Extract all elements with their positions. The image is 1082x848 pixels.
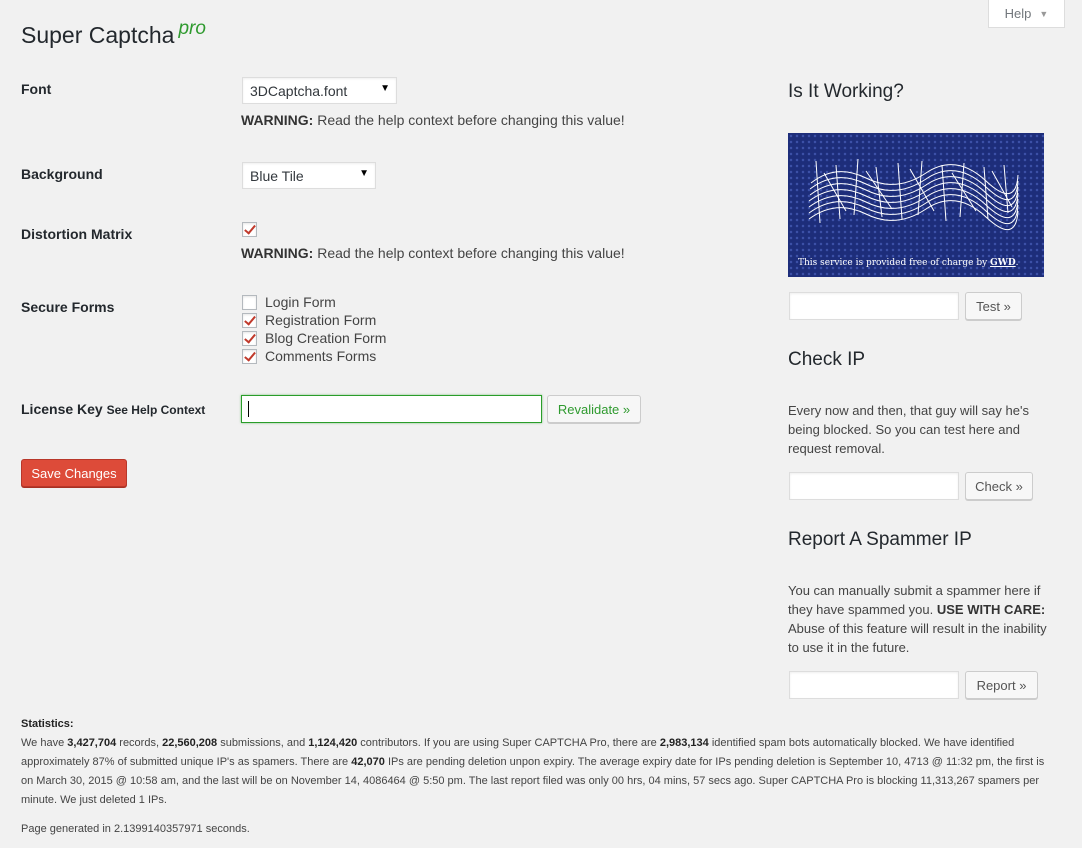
font-warning: WARNING: Read the help context before ch… <box>241 112 625 128</box>
help-tab[interactable]: Help ▼ <box>988 0 1065 28</box>
text-caret <box>248 401 249 417</box>
font-label: Font <box>21 81 52 97</box>
statistics-heading: Statistics: <box>21 718 74 730</box>
distortion-checkbox[interactable] <box>242 222 257 237</box>
secure-forms-label: Secure Forms <box>21 299 115 315</box>
captcha-wireframe-text <box>808 158 1019 230</box>
captcha-credit: This service is provided free of charge … <box>798 258 1019 268</box>
revalidate-button[interactable]: Revalidate » <box>547 395 641 423</box>
blog-creation-form-label: Blog Creation Form <box>265 330 387 346</box>
stat-contributors: 1,124,420 <box>308 737 358 749</box>
captcha-credit-text: This service is provided free of charge … <box>798 258 988 268</box>
login-form-checkbox[interactable] <box>242 295 257 310</box>
license-key-label-text: License Key <box>21 401 103 417</box>
dropdown-arrow-icon: ▼ <box>380 83 390 94</box>
captcha-test-input[interactable] <box>789 292 959 320</box>
is-it-working-heading: Is It Working? <box>788 81 904 102</box>
warning-bold: WARNING: <box>241 112 314 128</box>
dropdown-arrow-icon: ▼ <box>359 168 369 179</box>
report-text-2: Abuse of this feature will result in the… <box>788 621 1047 655</box>
statistics-block: Statistics: We have 3,427,704 records, 2… <box>21 715 1051 810</box>
comments-forms-checkbox[interactable] <box>242 349 257 364</box>
login-form-label: Login Form <box>265 294 336 310</box>
stat-submissions: 22,560,208 <box>162 737 218 749</box>
license-key-input[interactable] <box>241 395 542 423</box>
report-button[interactable]: Report » <box>965 671 1038 699</box>
report-spammer-description: You can manually submit a spammer here i… <box>788 581 1048 657</box>
background-select-value: Blue Tile <box>250 168 304 184</box>
check-ip-description: Every now and then, that guy will say he… <box>788 403 1029 456</box>
page-title: Super Captcha pro <box>21 18 206 49</box>
stat-pending: 42,070 <box>351 756 385 768</box>
font-select[interactable]: 3DCaptcha.font ▼ <box>242 77 397 104</box>
background-label: Background <box>21 166 103 182</box>
help-tab-label: Help <box>1004 6 1032 21</box>
page-title-text: Super Captcha <box>21 22 175 48</box>
gwd-link[interactable]: GWD <box>990 258 1016 268</box>
stat-text: records, <box>116 737 163 749</box>
test-button[interactable]: Test » <box>965 292 1022 320</box>
captcha-credit-end: . <box>1015 258 1019 268</box>
check-button[interactable]: Check » <box>965 472 1033 500</box>
caret-down-icon: ▼ <box>1039 8 1049 19</box>
stat-text: submissions, and <box>217 737 309 749</box>
blog-creation-form-checkbox[interactable] <box>242 331 257 346</box>
stat-records: 3,427,704 <box>67 737 117 749</box>
stat-bots: 2,983,134 <box>659 737 709 749</box>
font-select-value: 3DCaptcha.font <box>250 83 348 99</box>
report-text-bold: USE WITH CARE: <box>936 602 1046 617</box>
save-changes-button[interactable]: Save Changes <box>21 459 127 487</box>
distortion-warning: WARNING: Read the help context before ch… <box>241 245 625 261</box>
report-spammer-heading: Report A Spammer IP <box>788 529 972 550</box>
page-title-suffix: pro <box>178 18 206 39</box>
help-context-link[interactable]: See Help Context <box>107 403 206 417</box>
background-select[interactable]: Blue Tile ▼ <box>242 162 376 189</box>
comments-forms-label: Comments Forms <box>265 348 377 364</box>
report-ip-input[interactable] <box>789 671 959 699</box>
license-key-label: License Key See Help Context <box>21 401 205 417</box>
page-generated-time: Page generated in 2.1399140357971 second… <box>21 823 250 835</box>
registration-form-checkbox[interactable] <box>242 313 257 328</box>
warning-text: Read the help context before changing th… <box>313 245 625 261</box>
stat-text: contributors. If you are using Super CAP… <box>357 737 660 749</box>
distortion-label: Distortion Matrix <box>21 226 133 242</box>
registration-form-label: Registration Form <box>265 312 377 328</box>
check-ip-input[interactable] <box>789 472 959 500</box>
check-ip-heading: Check IP <box>788 349 866 370</box>
stat-text: We have <box>21 737 68 749</box>
warning-bold: WARNING: <box>241 245 314 261</box>
captcha-image: This service is provided free of charge … <box>788 133 1044 277</box>
warning-text: Read the help context before changing th… <box>313 112 625 128</box>
